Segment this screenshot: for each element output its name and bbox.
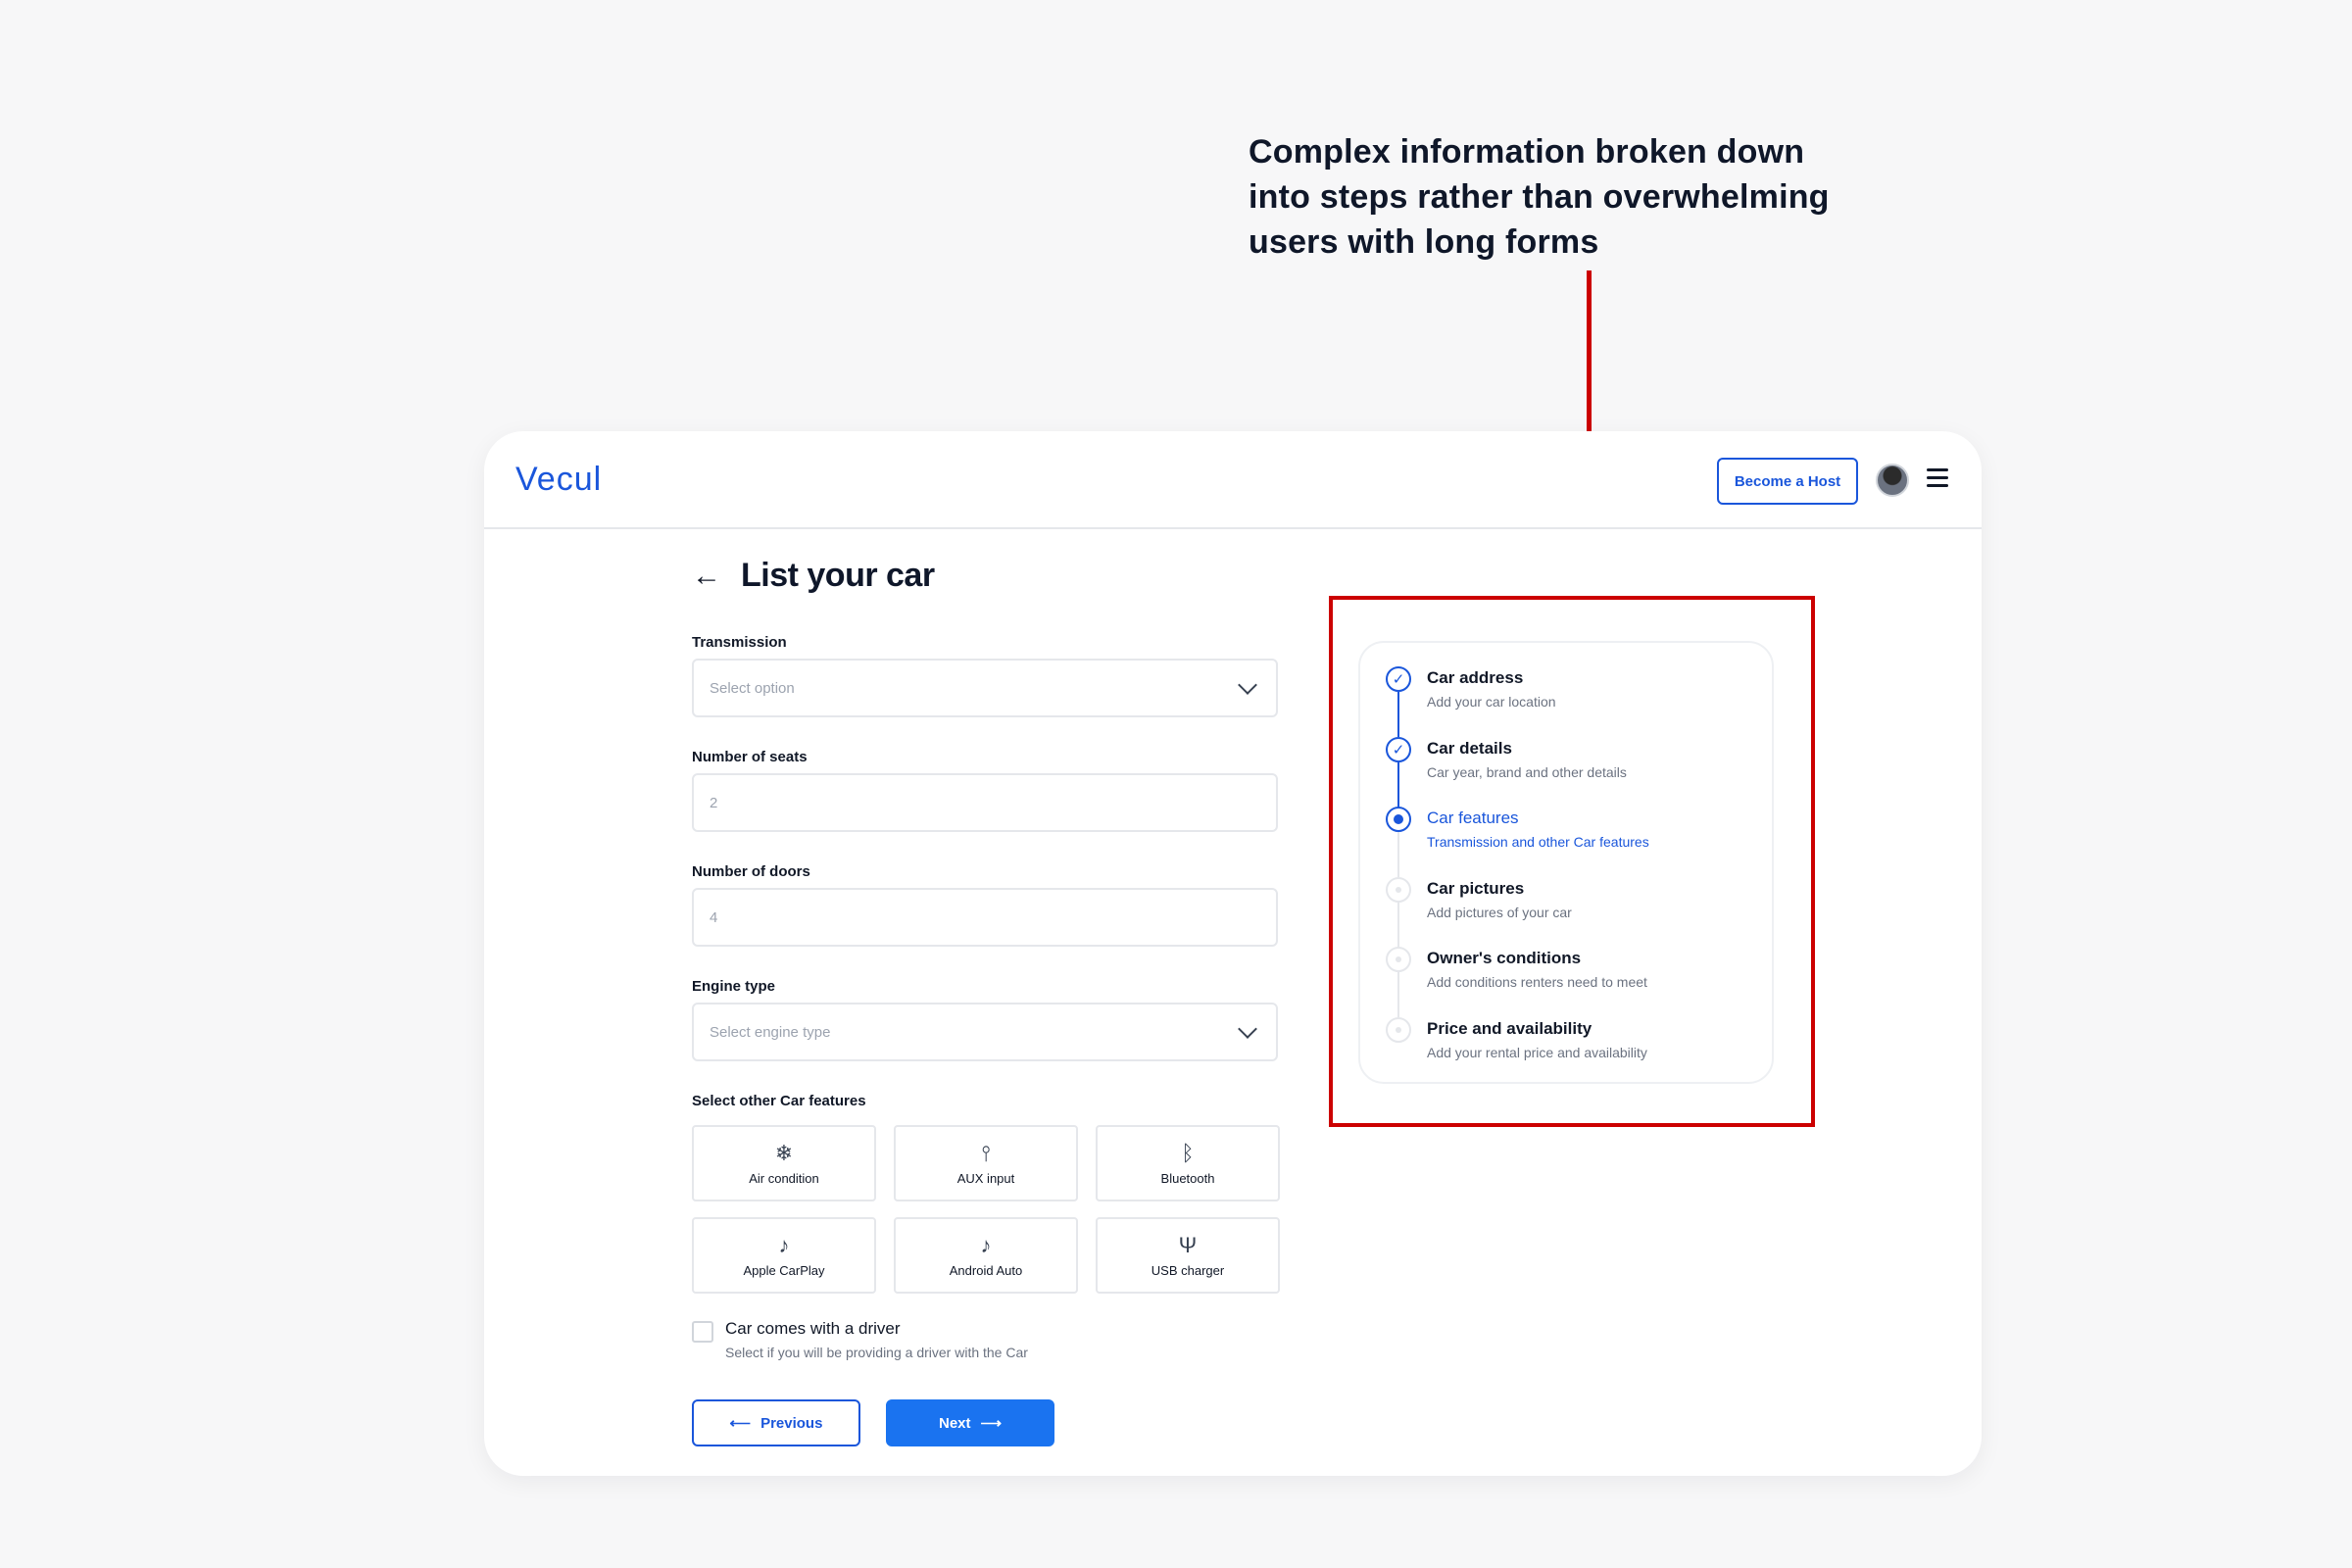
- feature-bluetooth[interactable]: ᛒ Bluetooth: [1096, 1125, 1280, 1201]
- next-button[interactable]: Next ⟶: [886, 1399, 1054, 1446]
- page-heading: ← List your car: [692, 557, 1280, 595]
- engine-type-label: Engine type: [692, 978, 776, 995]
- driver-option: Car comes with a driver Select if you wi…: [692, 1319, 1280, 1360]
- aux-icon: ⫯: [981, 1140, 991, 1165]
- progress-stepper: ✓ Car address Add your car location ✓ Ca…: [1358, 641, 1774, 1084]
- bluetooth-icon: ᛒ: [1181, 1140, 1195, 1165]
- transmission-label: Transmission: [692, 634, 787, 651]
- features-label: Select other Car features: [692, 1093, 866, 1109]
- feature-label: Bluetooth: [1160, 1170, 1215, 1186]
- step-car-details[interactable]: ✓ Car details Car year, brand and other …: [1386, 736, 1746, 808]
- step-title: Car details: [1427, 738, 1512, 758]
- pending-step-icon: [1386, 1016, 1411, 1043]
- seats-placeholder: 2: [710, 794, 718, 811]
- feature-usb-charger[interactable]: Ψ USB charger: [1096, 1217, 1280, 1294]
- feature-label: Android Auto: [949, 1262, 1023, 1278]
- check-icon: ✓: [1386, 736, 1411, 762]
- step-connector: [1397, 902, 1399, 948]
- step-connector: [1397, 692, 1399, 737]
- vecul-logo[interactable]: Vecul: [515, 461, 602, 499]
- arrow-left-icon: ⟵: [729, 1415, 752, 1432]
- driver-title: Car comes with a driver: [725, 1319, 901, 1338]
- step-title: Price and availability: [1427, 1018, 1592, 1038]
- feature-apple-carplay[interactable]: ♪ Apple CarPlay: [692, 1217, 876, 1294]
- step-car-features[interactable]: Car features Transmission and other Car …: [1386, 807, 1746, 878]
- music-note-icon: ♪: [778, 1232, 790, 1257]
- step-description: Transmission and other Car features: [1427, 834, 1649, 851]
- driver-subtitle: Select if you will be providing a driver…: [725, 1345, 1028, 1360]
- current-step-icon: [1386, 807, 1411, 833]
- usb-icon: Ψ: [1178, 1232, 1198, 1257]
- feature-android-auto[interactable]: ♪ Android Auto: [894, 1217, 1078, 1294]
- step-owners-conditions[interactable]: Owner's conditions Add conditions renter…: [1386, 947, 1746, 1018]
- features-grid: ❄ Air condition ⫯ AUX input ᛒ Bluetooth …: [692, 1125, 1280, 1294]
- feature-label: Air condition: [749, 1170, 819, 1186]
- step-description: Add conditions renters need to meet: [1427, 974, 1647, 991]
- feature-label: USB charger: [1151, 1262, 1225, 1278]
- check-icon: ✓: [1386, 666, 1411, 692]
- app-window: Vecul Become a Host ← List your car Tran…: [484, 431, 1982, 1476]
- feature-aux-input[interactable]: ⫯ AUX input: [894, 1125, 1078, 1201]
- snowflake-icon: ❄: [774, 1140, 794, 1165]
- page-title: List your car: [741, 557, 935, 594]
- car-features-form: ← List your car Transmission Select opti…: [692, 557, 1280, 1446]
- doors-placeholder: 4: [710, 908, 718, 926]
- step-connector: [1397, 761, 1399, 808]
- chevron-down-icon: [1238, 675, 1257, 695]
- step-car-pictures[interactable]: Car pictures Add pictures of your car: [1386, 876, 1746, 948]
- step-description: Add your car location: [1427, 694, 1556, 710]
- doors-label: Number of doors: [692, 863, 810, 880]
- step-car-address[interactable]: ✓ Car address Add your car location: [1386, 666, 1746, 737]
- step-connector: [1397, 832, 1399, 878]
- step-title: Car features: [1427, 808, 1519, 828]
- step-price-availability[interactable]: Price and availability Add your rental p…: [1386, 1016, 1746, 1088]
- pending-step-icon: [1386, 947, 1411, 973]
- chevron-down-icon: [1238, 1019, 1257, 1039]
- seats-label: Number of seats: [692, 749, 808, 765]
- step-title: Car pictures: [1427, 878, 1525, 898]
- music-note-icon: ♪: [980, 1232, 992, 1257]
- feature-label: AUX input: [956, 1170, 1015, 1186]
- step-description: Car year, brand and other details: [1427, 763, 1627, 780]
- arrow-right-icon: ⟶: [980, 1415, 1003, 1432]
- engine-type-select[interactable]: Select engine type: [692, 1003, 1278, 1061]
- transmission-select[interactable]: Select option: [692, 659, 1278, 717]
- step-description: Add pictures of your car: [1427, 904, 1572, 920]
- driver-checkbox[interactable]: [692, 1321, 713, 1343]
- step-title: Car address: [1427, 668, 1524, 687]
- engine-type-placeholder: Select engine type: [710, 1023, 831, 1041]
- form-navigation: ⟵ Previous Next ⟶: [692, 1399, 1280, 1446]
- back-arrow-icon[interactable]: ←: [692, 560, 721, 593]
- seats-input[interactable]: 2: [692, 773, 1278, 832]
- pending-step-icon: [1386, 876, 1411, 903]
- step-description: Add your rental price and availability: [1427, 1044, 1647, 1060]
- hamburger-menu-icon[interactable]: [1927, 468, 1948, 488]
- step-connector: [1397, 972, 1399, 1018]
- next-label: Next: [938, 1414, 971, 1432]
- user-avatar[interactable]: [1876, 464, 1909, 497]
- become-host-button[interactable]: Become a Host: [1717, 458, 1858, 505]
- doors-input[interactable]: 4: [692, 888, 1278, 947]
- previous-label: Previous: [760, 1414, 823, 1432]
- feature-air-condition[interactable]: ❄ Air condition: [692, 1125, 876, 1201]
- feature-label: Apple CarPlay: [743, 1262, 825, 1278]
- transmission-placeholder: Select option: [710, 679, 795, 697]
- top-navbar: Vecul Become a Host: [484, 431, 1982, 529]
- previous-button[interactable]: ⟵ Previous: [692, 1399, 860, 1446]
- step-title: Owner's conditions: [1427, 949, 1582, 968]
- annotation-text: Complex information broken down into ste…: [1249, 133, 1830, 261]
